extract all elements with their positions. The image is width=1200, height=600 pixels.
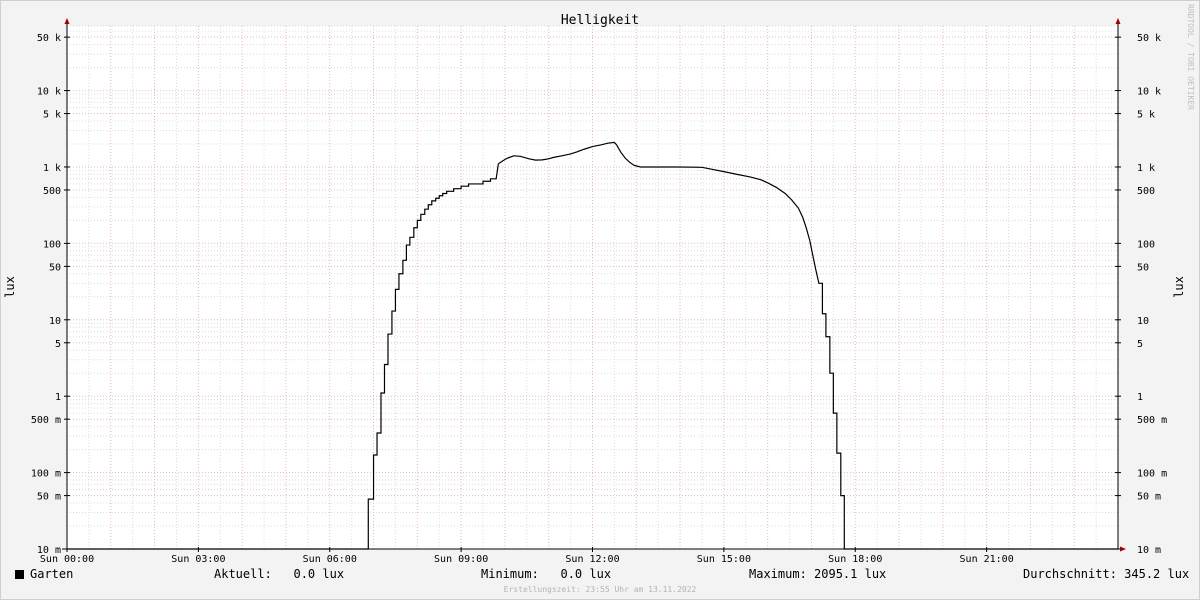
x-tick-label: Sun 03:00 bbox=[171, 554, 225, 565]
y-tick-label-left: 500 bbox=[43, 186, 61, 197]
x-tick-label: Sun 09:00 bbox=[434, 554, 488, 565]
y-tick-label-right: 10 bbox=[1137, 316, 1149, 327]
y-tick-label-left: 10 bbox=[49, 316, 61, 327]
y-tick-label-left: 1 bbox=[55, 392, 61, 403]
y-tick-label-left: 10 k bbox=[37, 87, 61, 98]
y-tick-label-left: 100 bbox=[43, 239, 61, 250]
y-tick-label-left: 5 bbox=[55, 339, 61, 350]
y-tick-label-right: 10 k bbox=[1137, 87, 1161, 98]
y-tick-label-right: 500 bbox=[1137, 186, 1155, 197]
legend-series-label: Garten bbox=[30, 567, 74, 581]
y-axis-label-right: lux bbox=[1172, 276, 1186, 298]
x-tick-label: Sun 06:00 bbox=[303, 554, 357, 565]
legend-maximum: Maximum: 2095.1 lux bbox=[749, 567, 887, 581]
y-tick-label-right: 1 k bbox=[1137, 163, 1155, 174]
y-tick-label-right: 5 bbox=[1137, 339, 1143, 350]
y-tick-label-right: 50 m bbox=[1137, 492, 1161, 503]
x-tick-label: Sun 18:00 bbox=[828, 554, 882, 565]
y-axis-label-left: lux bbox=[3, 276, 17, 298]
y-tick-label-right: 5 k bbox=[1137, 110, 1155, 121]
x-tick-label: Sun 21:00 bbox=[960, 554, 1014, 565]
legend-average: Durchschnitt: 345.2 lux bbox=[1023, 567, 1190, 581]
y-tick-label-right: 500 m bbox=[1137, 415, 1167, 426]
y-tick-label-left: 50 bbox=[49, 262, 61, 273]
x-tick-label: Sun 00:00 bbox=[40, 554, 94, 565]
y-tick-label-right: 10 m bbox=[1137, 545, 1161, 556]
legend-current: Aktuell: 0.0 lux bbox=[214, 567, 345, 581]
y-tick-label-right: 50 bbox=[1137, 262, 1149, 273]
y-tick-label-right: 100 bbox=[1137, 239, 1155, 250]
y-tick-label-left: 500 m bbox=[31, 415, 61, 426]
legend-color-swatch bbox=[15, 570, 24, 579]
chart-canvas: 10 m 50 m 100 m 500 m 1 5 10 50 100 500 1 k 5 k 10 k… bbox=[0, 0, 1200, 600]
y-tick-label-left: 1 k bbox=[43, 163, 61, 174]
y-tick-label-right: 100 m bbox=[1137, 469, 1167, 480]
y-tick-label-right: 50 k bbox=[1137, 33, 1161, 44]
y-tick-label-right: 1 bbox=[1137, 392, 1143, 403]
y-tick-label-left: 50 m bbox=[37, 492, 61, 503]
chart-title: Helligkeit bbox=[561, 13, 639, 28]
y-tick-label-left: 50 k bbox=[37, 33, 61, 44]
x-tick-label: Sun 12:00 bbox=[565, 554, 619, 565]
creation-timestamp: Erstellungszeit: 23:55 Uhr am 13.11.2022 bbox=[503, 585, 697, 594]
y-tick-label-left: 100 m bbox=[31, 469, 61, 480]
y-tick-label-left: 5 k bbox=[43, 110, 61, 121]
legend-minimum: Minimum: 0.0 lux bbox=[481, 567, 612, 581]
rrdtool-watermark: RRDTOOL / TOBI OETIKER bbox=[1186, 4, 1195, 110]
x-tick-label: Sun 15:00 bbox=[697, 554, 751, 565]
